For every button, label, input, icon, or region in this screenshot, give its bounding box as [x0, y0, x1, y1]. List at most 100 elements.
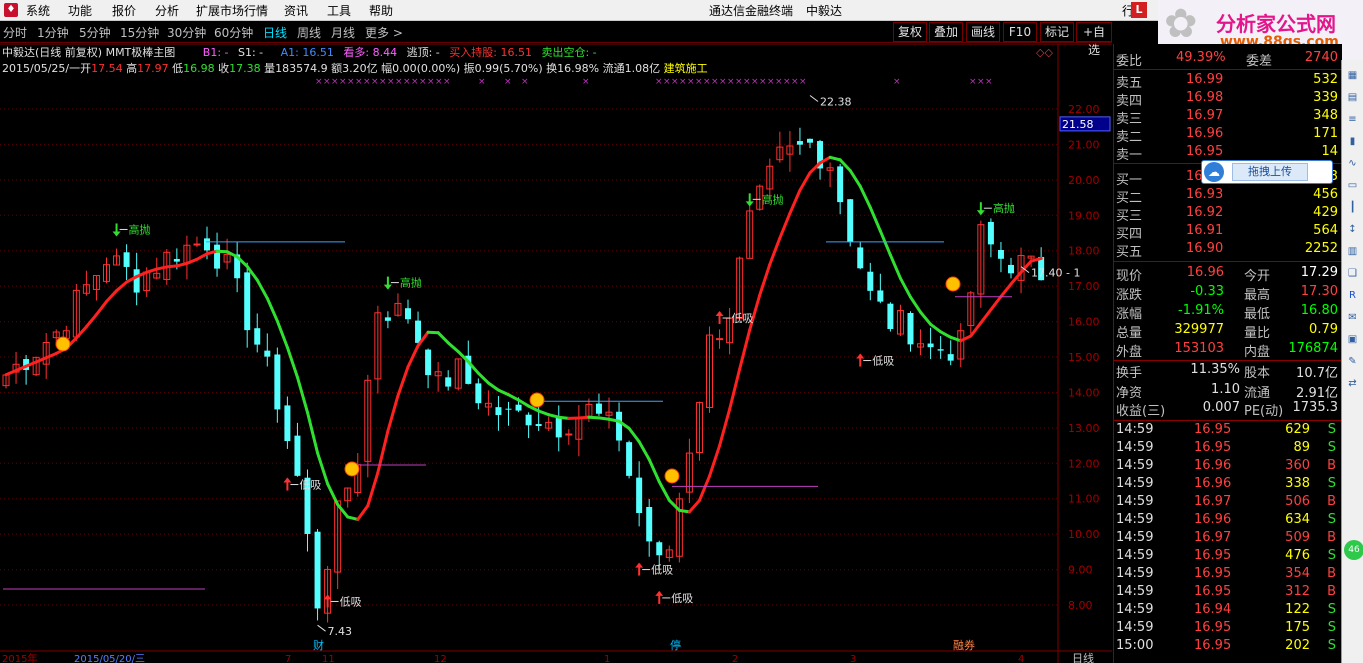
kline-chart[interactable]: 22.0021.0020.0019.0018.0017.0016.0015.00…	[0, 44, 1112, 663]
signal-coin-icon[interactable]	[945, 276, 961, 292]
assistant-bubble-icon[interactable]: 46	[1344, 540, 1363, 560]
menu-tools[interactable]: 工具	[327, 2, 351, 19]
candle-icon[interactable]: ┃	[1345, 200, 1360, 215]
ma-line-segment	[94, 300, 108, 317]
add-watchlist-button[interactable]: +自选	[1076, 22, 1112, 57]
event-marker[interactable]: 停	[670, 638, 681, 652]
stat-label: 涨跌	[1116, 288, 1143, 303]
candle-body	[264, 350, 271, 357]
ohlc-amp: 幅0.00(0.00%)	[381, 62, 461, 75]
tab-5min[interactable]: 5分钟	[79, 24, 111, 41]
fundamental-label: 收益(三)	[1116, 404, 1166, 419]
ma-line-segment	[185, 257, 199, 265]
tab-more[interactable]: 更多 >	[365, 24, 403, 41]
ask-row: 卖二 16.96 171	[1114, 126, 1342, 145]
tab-15min[interactable]: 15分钟	[120, 24, 159, 41]
signal-x-marker: ×	[355, 77, 363, 87]
tab-weekly[interactable]: 周线	[297, 24, 321, 41]
y-tick-label: 14.00	[1068, 386, 1100, 399]
f10-button[interactable]: F10	[1003, 22, 1037, 42]
ma-line-segment	[44, 351, 58, 360]
event-marker[interactable]: 融券	[953, 638, 975, 652]
menu-function[interactable]: 功能	[68, 2, 92, 19]
app-icon[interactable]: ♦	[4, 3, 18, 17]
signal-coin-icon[interactable]	[529, 392, 545, 408]
signal-x-marker: ×	[478, 77, 486, 87]
signal-x-marker: ×	[411, 77, 419, 87]
fuquan-button[interactable]: 复权	[893, 22, 927, 42]
ma-line-segment	[909, 295, 923, 314]
fundamental-value-2: 10.7亿	[1296, 366, 1338, 381]
tab-30min[interactable]: 30分钟	[167, 24, 206, 41]
menu-news[interactable]: 资讯	[284, 2, 308, 19]
tv-icon[interactable]: ▭	[1345, 178, 1360, 193]
ma-line-segment	[446, 341, 460, 354]
signal-coin-icon[interactable]	[55, 336, 71, 352]
upload-button[interactable]: 拖拽上传	[1232, 163, 1308, 181]
tick-row: 14:59 16.95 354 B	[1114, 566, 1342, 584]
menu-ext-market[interactable]: 扩展市场行情	[196, 2, 268, 19]
mark-button[interactable]: 标记	[1040, 22, 1074, 42]
tab-monthly[interactable]: 月线	[331, 24, 355, 41]
news-icon[interactable]: ✉	[1345, 310, 1360, 325]
menu-help[interactable]: 帮助	[369, 2, 393, 19]
ask-label: 卖三	[1116, 112, 1143, 127]
overlay-button[interactable]: 叠加	[929, 22, 963, 42]
annotation-label: 高抛	[762, 192, 784, 206]
tick-time: 14:59	[1116, 548, 1154, 563]
candle-body	[927, 343, 934, 348]
tab-1min[interactable]: 1分钟	[37, 24, 69, 41]
ma-line-segment	[306, 410, 320, 455]
draw-line-button[interactable]: 画线	[966, 22, 1000, 42]
candle-body	[495, 407, 502, 416]
tick-direction: S	[1327, 638, 1336, 653]
ohlc-low-label: 低	[172, 62, 184, 75]
ma-line-segment	[376, 429, 390, 475]
brand-mark[interactable]: L	[1131, 2, 1147, 18]
grid-icon[interactable]: ▤	[1345, 90, 1360, 105]
upload-widget[interactable]: ☁ 拖拽上传	[1201, 160, 1333, 184]
tab-daily[interactable]: 日线	[263, 24, 287, 41]
tab-fenshi[interactable]: 分时	[3, 24, 27, 41]
candle-body	[796, 141, 803, 145]
current-price-tag-text: 21.58	[1062, 118, 1094, 131]
msg-icon[interactable]: ✎	[1345, 354, 1360, 369]
candle-body	[384, 317, 391, 321]
ma-line-segment	[285, 345, 299, 379]
doc-icon[interactable]: ❑	[1345, 266, 1360, 281]
rsi-icon[interactable]: R	[1345, 288, 1360, 303]
table-icon[interactable]: ▥	[1345, 244, 1360, 259]
ma-line-segment	[366, 471, 380, 508]
event-marker[interactable]: 财	[313, 638, 324, 652]
price-extreme-label: 7.43	[328, 625, 353, 638]
calc-icon[interactable]: ▣	[1345, 332, 1360, 347]
signal-x-marker: ×	[759, 77, 767, 87]
ma-line-segment	[486, 381, 500, 392]
ohlc-close-label: 收	[218, 62, 230, 75]
date-axis-label: 7	[285, 654, 291, 663]
chart-icon[interactable]: ▦	[1345, 68, 1360, 83]
signal-coin-icon[interactable]	[664, 468, 680, 484]
signal-x-marker: ×	[363, 77, 371, 87]
signal-coin-icon[interactable]	[344, 461, 360, 477]
bid-row: 买四 16.91 564	[1114, 223, 1342, 242]
swap-icon[interactable]: ⇄	[1345, 376, 1360, 391]
line-icon[interactable]: ∿	[1345, 156, 1360, 171]
tab-60min[interactable]: 60分钟	[214, 24, 253, 41]
menu-system[interactable]: 系统	[26, 2, 50, 19]
rank-icon[interactable]: ↕	[1345, 222, 1360, 237]
signal-x-marker: ×	[443, 77, 451, 87]
signal-x-marker: ×	[799, 77, 807, 87]
bar-icon[interactable]: ▮	[1345, 134, 1360, 149]
menu-analysis[interactable]: 分析	[155, 2, 179, 19]
ma-line-segment	[4, 368, 18, 377]
indicator-b1: B1: -	[202, 46, 229, 59]
ma-line-segment	[496, 388, 510, 397]
list-icon[interactable]: ≡	[1345, 112, 1360, 127]
ma-line-segment	[597, 416, 611, 421]
stat-label-2: 内盘	[1244, 345, 1271, 360]
menu-quote[interactable]: 报价	[112, 2, 136, 19]
tick-direction: B	[1327, 584, 1336, 599]
ma-line-segment	[346, 515, 360, 521]
date-axis-label: 11	[322, 654, 335, 663]
